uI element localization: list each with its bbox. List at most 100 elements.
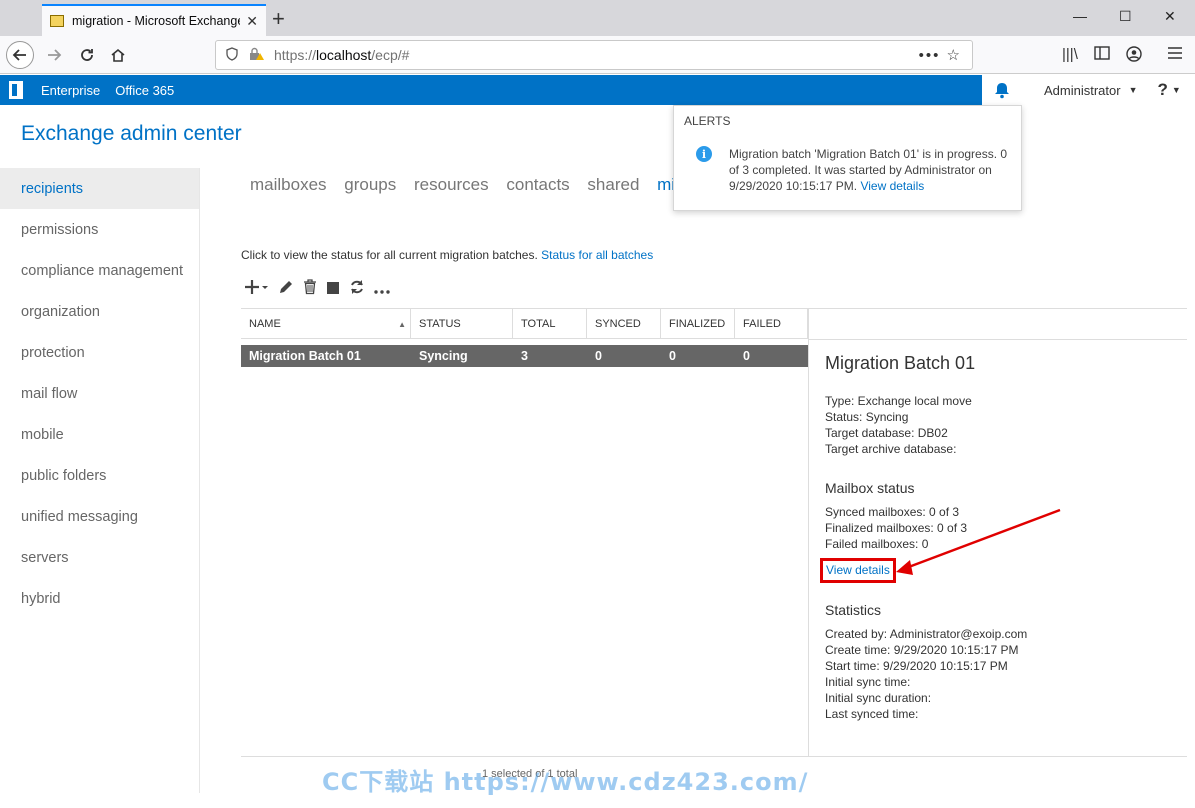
- url-path: /ecp/#: [371, 47, 410, 63]
- nav-item-permissions[interactable]: permissions: [0, 209, 199, 250]
- add-icon[interactable]: [245, 279, 269, 300]
- page-actions-menu[interactable]: ••• ☆: [919, 46, 962, 64]
- bookmark-star-icon[interactable]: ☆: [947, 47, 962, 64]
- cell-total: 3: [521, 349, 528, 363]
- new-tab-button[interactable]: +: [272, 6, 285, 32]
- table-row[interactable]: Migration Batch 01 Syncing 3 0 0 0: [241, 345, 808, 367]
- alert-view-details-link[interactable]: View details: [860, 179, 924, 193]
- nav-item-unified-messaging[interactable]: unified messaging: [0, 496, 199, 537]
- col-header-finalized[interactable]: FINALIZED: [661, 309, 735, 339]
- nav-item-mail-flow[interactable]: mail flow: [0, 373, 199, 414]
- office365-link[interactable]: Office 365: [115, 83, 174, 98]
- edit-icon[interactable]: [278, 279, 294, 300]
- tab-title: migration - Microsoft Exchange: [72, 14, 241, 28]
- tab-groups[interactable]: groups: [344, 175, 396, 194]
- alerts-heading: ALERTS: [684, 114, 731, 128]
- more-actions-icon[interactable]: [374, 280, 390, 300]
- table-header-filler: [808, 309, 1187, 340]
- home-button[interactable]: [104, 41, 132, 69]
- initial-sync-time: Initial sync time:: [825, 675, 911, 689]
- minimize-button[interactable]: —: [1073, 8, 1087, 24]
- stop-icon[interactable]: [326, 280, 340, 300]
- subtabs: mailboxes groups resources contacts shar…: [250, 175, 698, 195]
- nav-item-public-folders[interactable]: public folders: [0, 455, 199, 496]
- nav-item-hybrid[interactable]: hybrid: [0, 578, 199, 619]
- sort-ascending-icon: ▲: [398, 319, 406, 329]
- browser-tabbar: migration - Microsoft Exchange ✕ + — ☐ ✕: [0, 0, 1195, 36]
- help-icon[interactable]: ?: [1158, 80, 1168, 100]
- cell-status: Syncing: [419, 349, 468, 363]
- cell-finalized: 0: [669, 349, 676, 363]
- nav-item-mobile[interactable]: mobile: [0, 414, 199, 455]
- close-window-button[interactable]: ✕: [1164, 8, 1176, 25]
- user-menu[interactable]: Administrator: [1044, 83, 1121, 98]
- reload-button[interactable]: [73, 41, 101, 69]
- tab-contacts[interactable]: contacts: [506, 175, 569, 194]
- address-bar[interactable]: https://localhost/ecp/# ••• ☆: [215, 40, 973, 70]
- tab-resources[interactable]: resources: [414, 175, 489, 194]
- col-header-name[interactable]: NAME ▲: [241, 309, 411, 339]
- hint-label: Click to view the status for all current…: [241, 248, 538, 262]
- delete-icon[interactable]: [303, 279, 317, 300]
- browser-tab[interactable]: migration - Microsoft Exchange ✕: [42, 4, 266, 36]
- col-header-failed[interactable]: FAILED: [735, 309, 808, 339]
- create-time: Create time: 9/29/2020 10:15:17 PM: [825, 643, 1019, 657]
- nav-item-recipients[interactable]: recipients: [0, 168, 199, 209]
- refresh-icon[interactable]: [349, 279, 365, 300]
- nav-item-servers[interactable]: servers: [0, 537, 199, 578]
- back-button[interactable]: [6, 41, 34, 69]
- sidebar-icon[interactable]: [1094, 46, 1110, 64]
- hamburger-menu-icon[interactable]: [1168, 46, 1182, 63]
- status-all-batches-link[interactable]: Status for all batches: [541, 248, 653, 262]
- alerts-popup: ALERTS i Migration batch 'Migration Batc…: [673, 105, 1022, 211]
- url-host: localhost: [316, 47, 372, 63]
- back-arrow-icon: [12, 49, 26, 61]
- nav-item-compliance-management[interactable]: compliance management: [0, 250, 199, 291]
- url-protocol: https://: [274, 47, 317, 63]
- nav-item-protection[interactable]: protection: [0, 332, 199, 373]
- reload-icon: [81, 49, 93, 61]
- view-details-link[interactable]: View details: [820, 558, 896, 583]
- forward-button[interactable]: [40, 41, 68, 69]
- created-by: Created by: Administrator@exoip.com: [825, 627, 1028, 641]
- tab-shared[interactable]: shared: [587, 175, 639, 194]
- enterprise-link[interactable]: Enterprise: [41, 83, 100, 98]
- left-nav: recipients permissions compliance manage…: [0, 168, 200, 793]
- details-separator: [808, 309, 809, 756]
- watermark: CC下载站 https://www.cdz423.com/: [322, 768, 809, 796]
- cell-synced: 0: [595, 349, 602, 363]
- col-header-total[interactable]: TOTAL: [513, 309, 587, 339]
- info-icon: i: [696, 146, 712, 162]
- maximize-button[interactable]: ☐: [1119, 8, 1132, 25]
- bell-icon: [995, 83, 1009, 99]
- annotation-arrow-icon: [896, 508, 1061, 575]
- home-icon: [111, 48, 125, 62]
- user-caret-icon[interactable]: ▼: [1129, 85, 1138, 95]
- browser-navbar: https://localhost/ecp/# ••• ☆ |||\: [0, 36, 1195, 74]
- forward-arrow-icon: [48, 49, 62, 61]
- account-icon[interactable]: [1126, 46, 1142, 66]
- col-header-synced[interactable]: SYNCED: [587, 309, 661, 339]
- cell-failed: 0: [743, 349, 750, 363]
- library-icon[interactable]: |||\: [1062, 46, 1078, 63]
- app-title: Exchange admin center: [21, 122, 242, 145]
- details-type: Type: Exchange local move: [825, 394, 972, 408]
- notifications-button[interactable]: [982, 75, 1022, 105]
- exchange-favicon-icon: [50, 15, 64, 27]
- col-name-label: NAME: [249, 318, 281, 330]
- statistics-heading: Statistics: [825, 602, 882, 618]
- insecure-lock-icon: [248, 47, 264, 64]
- mailbox-status-heading: Mailbox status: [825, 480, 915, 496]
- table-header: NAME ▲ STATUS TOTAL SYNCED FINALIZED FAI…: [241, 309, 808, 339]
- office-logo-icon: [9, 81, 23, 99]
- tab-close-icon[interactable]: ✕: [246, 13, 258, 30]
- details-title: Migration Batch 01: [825, 353, 976, 373]
- col-header-status[interactable]: STATUS: [411, 309, 513, 339]
- details-target-archive: Target archive database:: [825, 442, 957, 456]
- nav-item-organization[interactable]: organization: [0, 291, 199, 332]
- alert-message: Migration batch 'Migration Batch 01' is …: [729, 146, 1014, 194]
- tab-mailboxes[interactable]: mailboxes: [250, 175, 327, 194]
- help-caret-icon[interactable]: ▼: [1172, 85, 1181, 95]
- office-bar: Enterprise Office 365: [0, 75, 982, 105]
- details-target-db: Target database: DB02: [825, 426, 948, 440]
